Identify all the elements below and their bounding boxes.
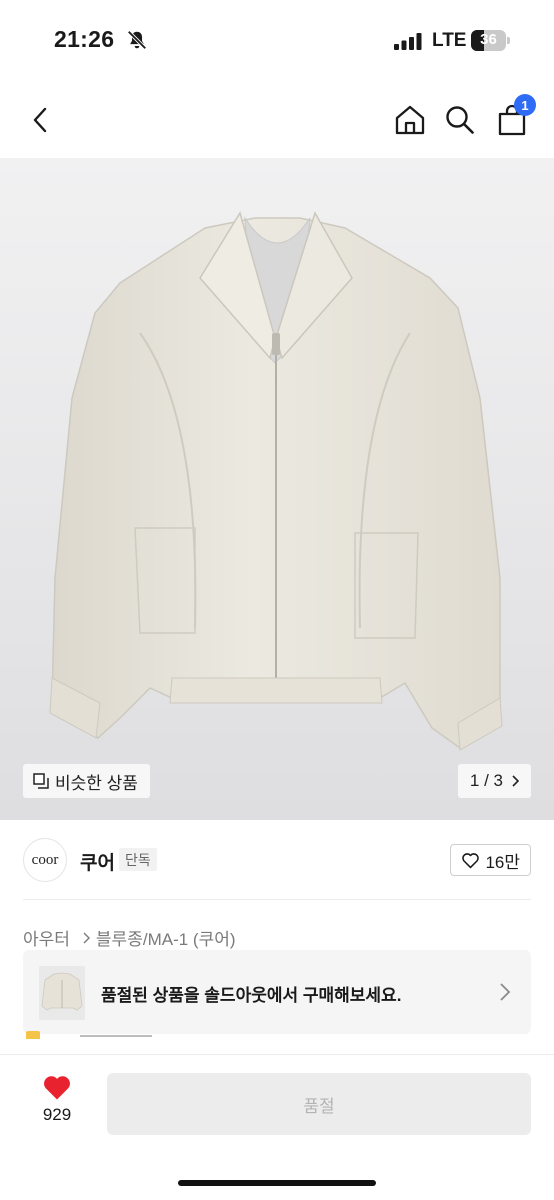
cart-button[interactable]: 1: [492, 94, 536, 140]
cart-count-badge: 1: [514, 94, 536, 116]
underline-peek: [80, 1035, 152, 1037]
search-icon: [446, 106, 474, 134]
soldout-banner-text: 품절된 상품을 솔드아웃에서 구매해보세요.: [101, 986, 402, 1005]
chevron-right-icon: [83, 932, 90, 943]
image-pager-button[interactable]: 1 / 3: [457, 764, 531, 798]
battery-level: 36: [480, 31, 497, 48]
chevron-right-icon: [500, 983, 511, 1001]
bell-off-icon: [127, 30, 147, 50]
soldout-button[interactable]: 품절: [107, 1073, 531, 1135]
chevron-right-icon: [512, 775, 519, 787]
network-type: LTE: [432, 30, 467, 51]
heart-outline-icon: [462, 852, 480, 868]
brand-name-link[interactable]: 쿠어: [80, 848, 115, 875]
bottom-action-bar: 929 품절: [0, 1055, 554, 1200]
top-nav: 1: [0, 80, 554, 158]
search-button[interactable]: [440, 100, 480, 140]
similar-products-label: 비슷한 상품: [55, 773, 138, 793]
like-button[interactable]: 929: [36, 1073, 78, 1153]
back-button[interactable]: [20, 100, 60, 140]
rating-star-peek: [26, 1031, 40, 1039]
image-pager-text: 1 / 3: [469, 771, 503, 790]
product-image-carousel[interactable]: 비슷한 상품 1 / 3: [0, 158, 554, 820]
status-bar: 21:26 LTE 36: [0, 0, 554, 80]
home-indicator: [178, 1180, 376, 1186]
breadcrumb-item-subcategory[interactable]: 블루종/MA-1 (쿠어): [96, 925, 236, 950]
similar-items-icon: [33, 773, 49, 789]
chevron-left-icon: [33, 107, 47, 133]
home-icon: [395, 105, 425, 135]
brand-logo[interactable]: coor: [23, 838, 67, 882]
home-button[interactable]: [390, 100, 430, 140]
brand-logo-text: coor: [31, 851, 59, 868]
product-image: [49, 211, 503, 751]
battery-icon: 36: [471, 30, 511, 51]
similar-products-button[interactable]: 비슷한 상품: [23, 764, 150, 798]
breadcrumb: 아우터 블루종/MA-1 (쿠어): [23, 925, 236, 950]
banner-thumbnail: [39, 966, 85, 1020]
signal-icon: [394, 33, 422, 50]
status-time: 21:26: [54, 26, 115, 52]
like-count: 929: [42, 1105, 72, 1124]
divider: [23, 899, 531, 900]
brand-like-count: 16만: [485, 852, 520, 872]
brand-row: coor 쿠어 단독 16만: [0, 836, 554, 884]
brand-like-button[interactable]: 16만: [450, 844, 531, 876]
heart-filled-icon: [44, 1076, 70, 1100]
breadcrumb-item-category[interactable]: 아우터: [23, 925, 70, 950]
exclusive-badge: 단독: [119, 848, 157, 871]
soldout-banner[interactable]: 품절된 상품을 솔드아웃에서 구매해보세요.: [23, 950, 531, 1034]
